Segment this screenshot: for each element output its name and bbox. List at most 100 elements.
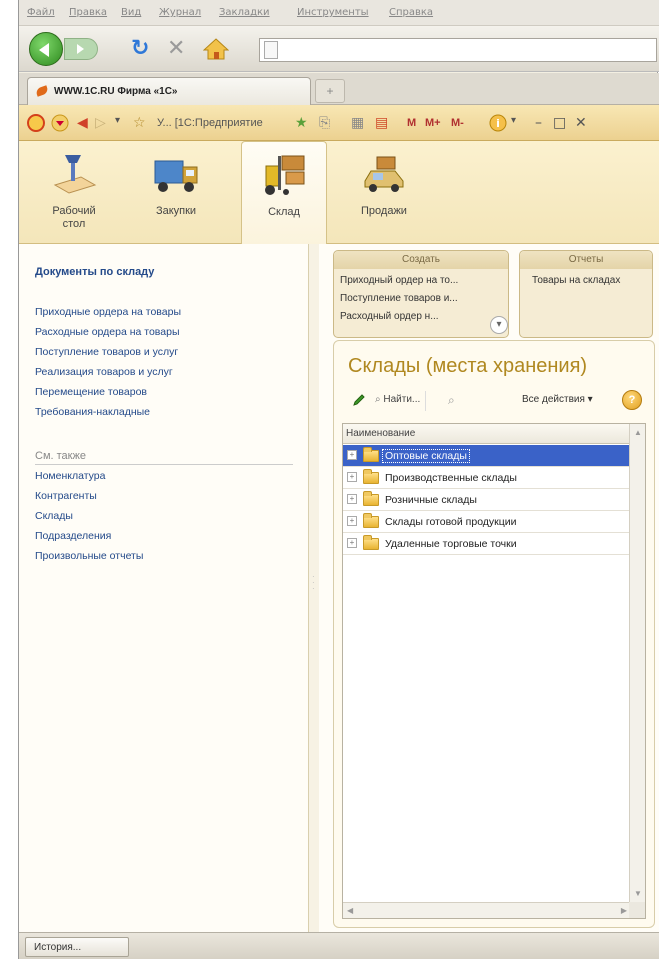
menu-history[interactable]: Журнал xyxy=(159,7,201,18)
desk-lamp-icon xyxy=(53,155,97,194)
browser-window: Файл Правка Вид Журнал Закладки Инструме… xyxy=(18,0,659,959)
cancel-search-icon[interactable]: ⌕ xyxy=(448,393,455,408)
m-plus-button[interactable]: M+ xyxy=(425,117,441,129)
horizontal-scrollbar[interactable]: ◀ ▶ xyxy=(343,902,631,918)
minimize-icon[interactable]: – xyxy=(535,115,542,131)
create-receipt-order[interactable]: Приходный ордер на то... xyxy=(340,275,458,286)
expand-icon[interactable]: + xyxy=(347,472,357,482)
row-name: Производственные склады xyxy=(385,472,517,484)
status-bar: История... xyxy=(19,932,659,959)
section-desktop[interactable]: Рабочий стол xyxy=(31,141,117,244)
create-goods-receipt[interactable]: Поступление товаров и... xyxy=(340,293,458,304)
page-icon xyxy=(264,41,278,59)
calculator-icon[interactable]: ▦ xyxy=(351,115,364,131)
nav-link-goods-receipt[interactable]: Поступление товаров и услуг xyxy=(35,346,178,358)
m-minus-button[interactable]: M- xyxy=(451,117,464,129)
create-expense-order[interactable]: Расходный ордер н... xyxy=(340,311,439,322)
favorites-icon[interactable]: ★ xyxy=(295,115,308,131)
section-sales[interactable]: Продажи xyxy=(341,141,427,244)
vertical-scrollbar[interactable]: ▲ ▼ xyxy=(629,424,645,902)
1c-logo-icon[interactable] xyxy=(27,114,45,132)
edit-pencil-icon[interactable] xyxy=(352,393,366,407)
table-row[interactable]: + Склады готовой продукции xyxy=(343,511,629,533)
nav-link-warehouses[interactable]: Склады xyxy=(35,510,73,522)
help-button[interactable]: ? xyxy=(622,390,642,410)
reload-icon[interactable]: ↻ xyxy=(131,36,149,61)
navigation-panel: Документы по складу Приходные ордера на … xyxy=(19,244,309,932)
table-row[interactable]: + Производственные склады xyxy=(343,467,629,489)
favorite-star-icon[interactable]: ☆ xyxy=(133,115,146,131)
find-button[interactable]: ⌕ Найти... xyxy=(370,391,427,411)
browser-navbar: ↻ ✕ xyxy=(19,26,659,72)
expand-icon[interactable]: + xyxy=(347,450,357,460)
expand-more-icon[interactable]: ▾ xyxy=(490,316,508,334)
info-dropdown-icon[interactable]: ▾ xyxy=(511,115,516,126)
report-goods-in-warehouses[interactable]: Товары на складах xyxy=(532,275,620,286)
back-button[interactable] xyxy=(29,32,63,66)
menu-help[interactable]: Справка xyxy=(389,7,433,18)
close-icon[interactable]: ✕ xyxy=(575,115,587,131)
menu-bookmarks[interactable]: Закладки xyxy=(219,7,270,18)
history-button[interactable]: История... xyxy=(25,937,129,957)
nav-link-expense-orders[interactable]: Расходные ордера на товары xyxy=(35,326,180,338)
create-panel-header: Создать xyxy=(334,251,508,269)
forward-nav-icon[interactable]: ▷ xyxy=(95,115,106,131)
nav-link-requisitions[interactable]: Требования-накладные xyxy=(35,406,150,418)
link-icon[interactable]: ⎘ xyxy=(319,115,330,131)
window-title: У... [1С:Предприятие xyxy=(157,117,263,129)
app-toolbar: ◀ ▷ ▾ ☆ У... [1С:Предприятие ★ ⎘ ▦ ▤ M M… xyxy=(19,105,659,141)
scroll-up-icon[interactable]: ▲ xyxy=(634,428,642,437)
section-warehouse[interactable]: Склад xyxy=(241,141,327,245)
browser-tab[interactable]: WWW.1C.RU Фирма «1С» xyxy=(27,77,311,105)
folder-icon xyxy=(363,491,379,506)
stop-icon[interactable]: ✕ xyxy=(167,36,185,61)
expand-icon[interactable]: + xyxy=(347,494,357,504)
table-row[interactable]: + Розничные склады xyxy=(343,489,629,511)
new-tab-button[interactable]: + xyxy=(315,79,345,103)
nav-link-receipt-orders[interactable]: Приходные ордера на товары xyxy=(35,306,181,318)
form-title: Склады (места хранения) xyxy=(348,355,588,377)
scroll-right-icon[interactable]: ▶ xyxy=(621,906,627,915)
scroll-down-icon[interactable]: ▼ xyxy=(634,889,642,898)
svg-text:i: i xyxy=(496,117,500,130)
menu-view[interactable]: Вид xyxy=(121,7,141,18)
back-nav-icon[interactable]: ◀ xyxy=(77,115,88,131)
expand-icon[interactable]: + xyxy=(347,516,357,526)
column-header-name[interactable]: Наименование xyxy=(343,424,629,444)
scroll-corner xyxy=(629,902,645,918)
see-also-heading: См. также xyxy=(35,450,293,465)
forward-button[interactable] xyxy=(64,38,98,60)
menu-dropdown-icon[interactable] xyxy=(51,114,69,132)
nav-link-nomenclature[interactable]: Номенклатура xyxy=(35,470,105,482)
calendar-icon[interactable]: ▤ xyxy=(375,115,388,131)
find-label: Найти... xyxy=(383,394,421,405)
section-label: Склад xyxy=(268,206,300,218)
address-bar[interactable] xyxy=(259,38,657,62)
reports-panel: Отчеты Товары на складах xyxy=(519,250,653,338)
create-panel: Создать Приходный ордер на то... Поступл… xyxy=(333,250,509,338)
nav-link-counterparties[interactable]: Контрагенты xyxy=(35,490,97,502)
table-row[interactable]: + Оптовые склады xyxy=(343,445,629,467)
sections-panel: Рабочий стол Закупки Склад Продажи xyxy=(19,141,659,245)
content-area: Создать Приходный ордер на то... Поступл… xyxy=(319,244,659,932)
menu-tools[interactable]: Инструменты xyxy=(297,7,369,18)
expand-icon[interactable]: + xyxy=(347,538,357,548)
forklift-icon xyxy=(265,155,305,195)
home-icon[interactable] xyxy=(203,37,229,61)
menu-edit[interactable]: Правка xyxy=(69,7,107,18)
menu-file[interactable]: Файл xyxy=(27,7,55,18)
maximize-icon[interactable]: □ xyxy=(553,115,566,131)
all-actions-button[interactable]: Все действия ▾ xyxy=(522,394,593,405)
history-dropdown-icon[interactable]: ▾ xyxy=(115,115,120,126)
nav-link-departments[interactable]: Подразделения xyxy=(35,530,111,542)
panel-splitter[interactable]: · · · xyxy=(309,244,319,932)
section-purchases[interactable]: Закупки xyxy=(133,141,219,244)
info-icon[interactable]: i xyxy=(489,114,507,132)
scroll-left-icon[interactable]: ◀ xyxy=(347,906,353,915)
nav-link-custom-reports[interactable]: Произвольные отчеты xyxy=(35,550,143,562)
nav-link-goods-transfer[interactable]: Перемещение товаров xyxy=(35,386,147,398)
nav-link-goods-sales[interactable]: Реализация товаров и услуг xyxy=(35,366,173,378)
table-row[interactable]: + Удаленные торговые точки xyxy=(343,533,629,555)
m-button[interactable]: M xyxy=(407,117,416,129)
row-name: Удаленные торговые точки xyxy=(385,538,517,550)
